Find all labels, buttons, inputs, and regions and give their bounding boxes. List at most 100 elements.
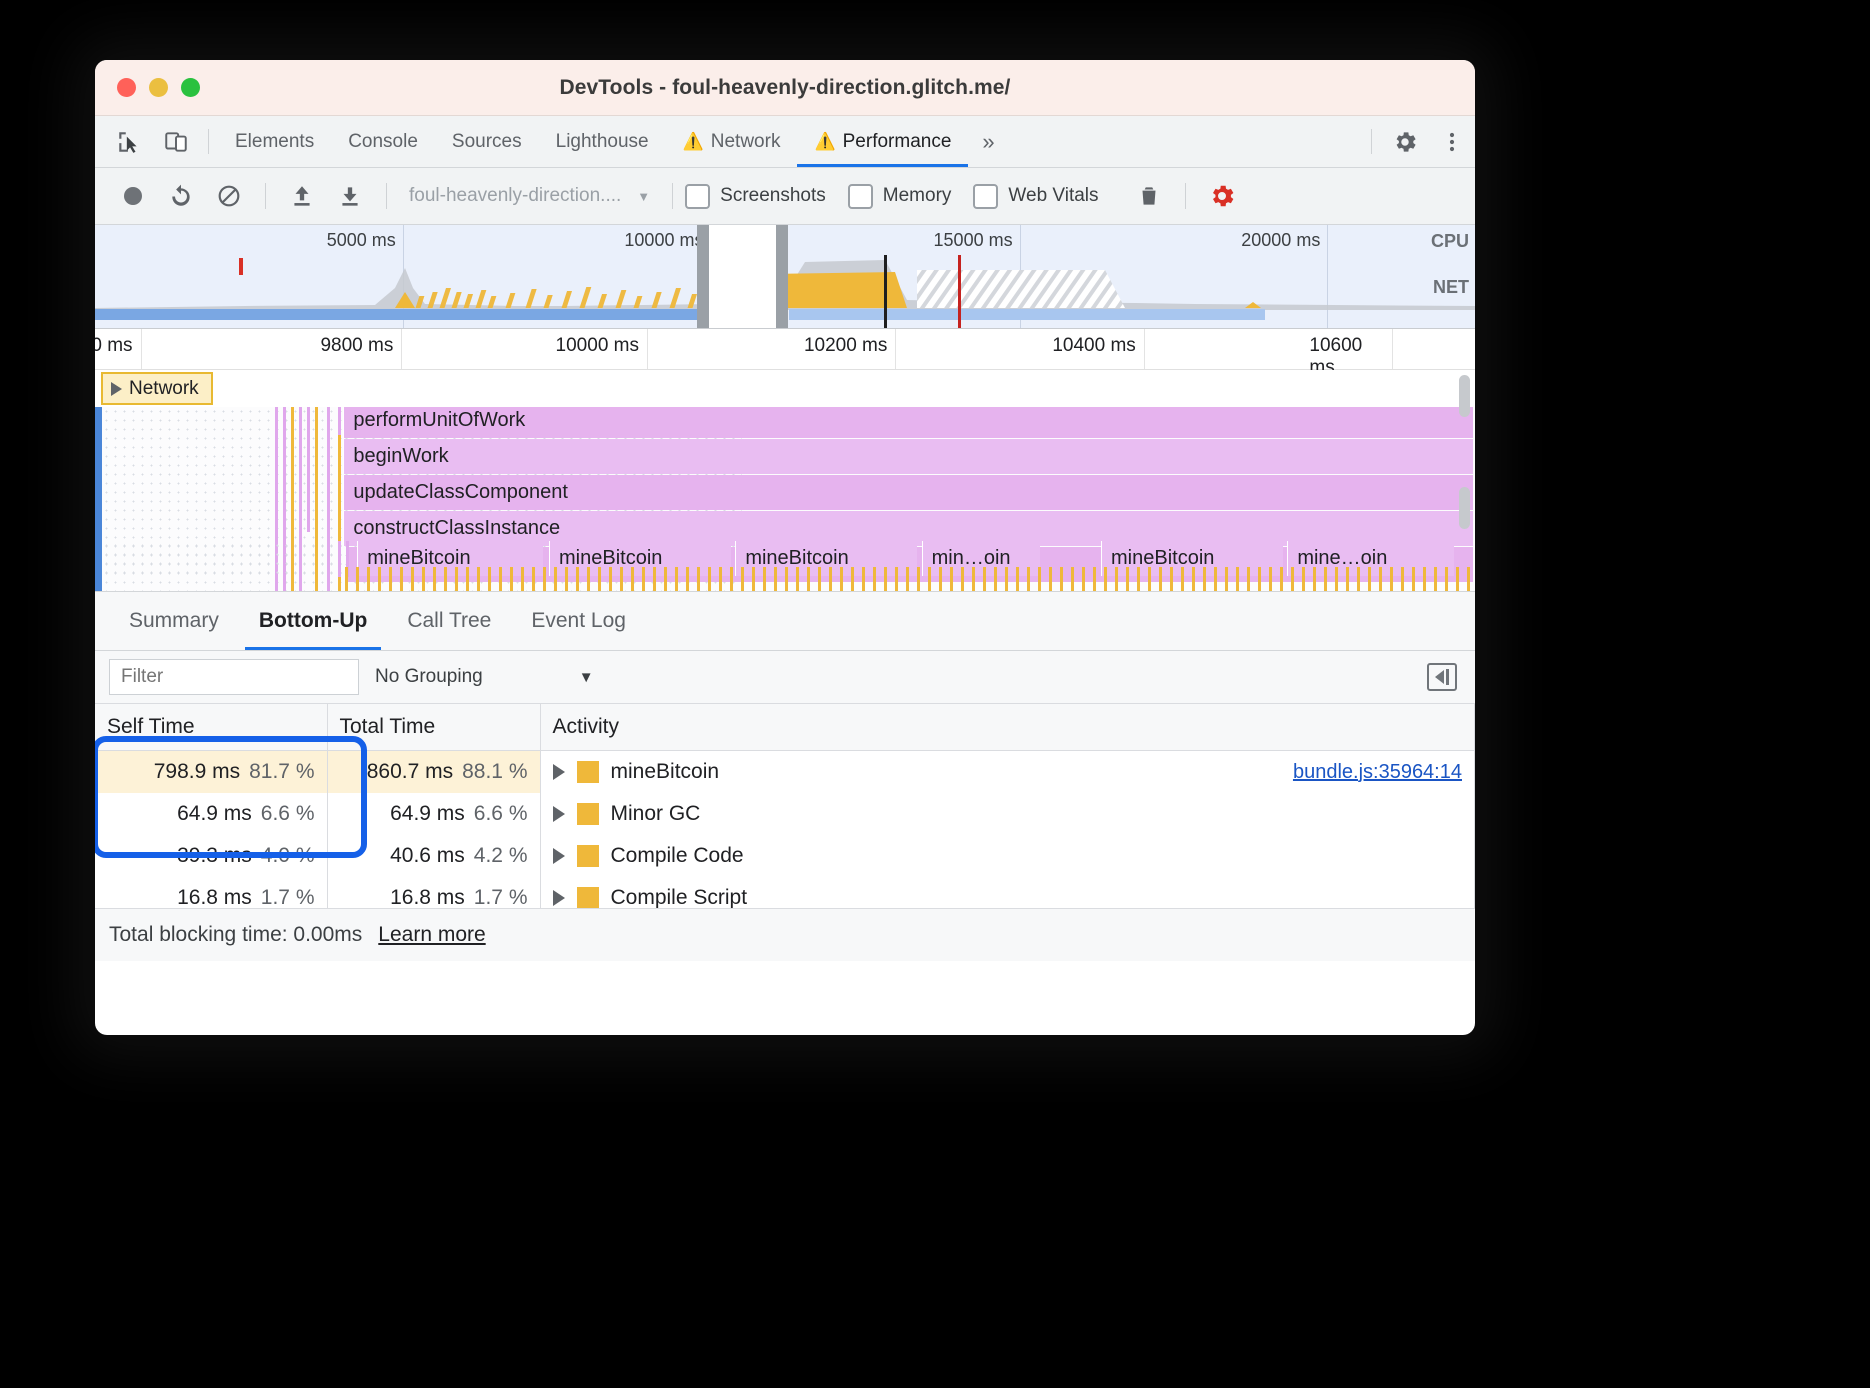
overview-lane-label-cpu: CPU [1430, 231, 1469, 251]
window-titlebar: DevTools - foul-heavenly-direction.glitc… [95, 60, 1475, 116]
toolbar-divider [672, 183, 674, 209]
tab-elements[interactable]: Elements [218, 116, 331, 167]
profile-select[interactable]: foul-heavenly-direction.... ▼ [399, 185, 660, 207]
device-toolbar-icon[interactable] [152, 116, 199, 167]
selection-handle-left[interactable] [696, 225, 709, 328]
inspect-element-icon[interactable] [105, 116, 152, 167]
profile-select-value: foul-heavenly-direction.... [409, 185, 622, 206]
save-profile-icon[interactable] [326, 175, 374, 217]
activity-color-swatch [576, 803, 599, 825]
overview-selection-window[interactable] [696, 225, 788, 328]
selection-handle-right[interactable] [775, 225, 788, 328]
load-profile-icon[interactable] [278, 175, 326, 217]
total-time-percent: 88.1 % [462, 760, 528, 783]
cell-self-time: 64.9 ms 6.6 % [95, 793, 328, 835]
drawer-status-bar: Total blocking time: 0.00ms Learn more [95, 908, 1475, 961]
overview-marker [884, 255, 888, 328]
gear-icon[interactable] [1381, 116, 1428, 167]
total-time-value: 40.6 ms [390, 844, 465, 867]
table-row[interactable]: 798.9 ms 81.7 % 860.7 ms 88.1 % mineBitcoi… [95, 750, 1475, 793]
column-header-total-time[interactable]: Total Time [327, 704, 541, 751]
tab-console[interactable]: Console [331, 116, 435, 167]
flame-bar-updateClassComponent[interactable]: updateClassComponent [343, 475, 1473, 510]
toolbar-divider [265, 183, 266, 209]
expand-arrow-icon[interactable] [552, 890, 565, 906]
tab-call-tree-label: Call Tree [407, 609, 492, 632]
toolbar-divider [386, 183, 387, 209]
self-time-value: 64.9 ms [177, 802, 252, 825]
flame-tick-label: 10400 ms [1052, 335, 1136, 356]
tab-sources[interactable]: Sources [435, 116, 539, 167]
tab-lighthouse[interactable]: Lighthouse [539, 116, 666, 167]
tab-console-label: Console [348, 130, 418, 152]
tab-sources-label: Sources [451, 130, 522, 152]
clear-icon[interactable] [205, 175, 253, 217]
checkbox-box [685, 183, 711, 209]
checkbox-box [973, 183, 999, 209]
capture-settings-icon[interactable] [1198, 175, 1246, 217]
more-vertical-icon[interactable] [1428, 116, 1475, 167]
table-row[interactable]: 64.9 ms 6.6 % 64.9 ms 6.6 % Minor GC [95, 793, 1475, 835]
expand-arrow-icon[interactable] [552, 806, 565, 822]
filter-input[interactable] [109, 659, 359, 695]
cell-total-time: 40.6 ms 4.2 % [327, 835, 541, 877]
more-tabs-icon[interactable]: » [968, 116, 1008, 167]
flame-scrollbar-thumb[interactable] [1459, 487, 1470, 529]
record-icon[interactable] [109, 175, 157, 217]
cell-self-time: 798.9 ms 81.7 % [95, 750, 328, 793]
memory-checkbox[interactable]: Memory [847, 183, 952, 209]
flame-bar-label: updateClassComponent [353, 481, 568, 503]
self-time-percent: 1.7 % [260, 886, 315, 909]
activity-name: Compile Script [610, 886, 748, 909]
web-vitals-checkbox[interactable]: Web Vitals [973, 183, 1099, 209]
timeline-overview[interactable]: 5000 ms 10000 ms 15000 ms 20000 ms CPU N… [95, 225, 1475, 329]
screenshots-checkbox[interactable]: Screenshots [685, 183, 826, 209]
flame-tick-label: 10000 ms [555, 335, 639, 356]
warning-icon: ⚠️ [682, 132, 704, 151]
flame-tick-label: 10200 ms [803, 335, 888, 356]
toolbar-divider [1184, 183, 1186, 209]
table-row[interactable]: 39.3 ms 4.0 % 40.6 ms 4.2 % Compile Code [95, 835, 1475, 877]
tab-elements-label: Elements [235, 130, 315, 152]
overview-marker [957, 255, 961, 328]
flame-scrollbar-thumb-top[interactable] [1459, 375, 1470, 417]
devtools-tabbar: Elements Console Sources Lighthouse ⚠️ N… [95, 116, 1475, 168]
tab-summary[interactable]: Summary [109, 592, 239, 650]
memory-label: Memory [882, 185, 952, 206]
flame-chart-panel[interactable]: 0 ms 9800 ms 10000 ms 10200 ms 10400 ms … [95, 329, 1475, 591]
tab-network[interactable]: ⚠️ Network [666, 116, 798, 167]
column-header-self-time[interactable]: Self Time [95, 704, 328, 751]
activity-color-swatch [576, 845, 599, 867]
self-time-percent: 81.7 % [249, 760, 315, 783]
tab-bottom-up[interactable]: Bottom-Up [239, 592, 387, 650]
cell-activity: Compile Code [540, 835, 1475, 877]
cell-activity: Minor GC [540, 793, 1475, 835]
cell-activity: mineBitcoin bundle.js:35964:14 [540, 750, 1475, 793]
tab-event-log[interactable]: Event Log [511, 592, 646, 650]
network-track-toggle[interactable]: Network [101, 372, 213, 405]
tab-performance[interactable]: ⚠️ Performance [797, 116, 969, 167]
source-link[interactable]: bundle.js:35964:14 [1293, 761, 1462, 784]
learn-more-link[interactable]: Learn more [378, 923, 485, 947]
self-time-value: 16.8 ms [177, 886, 252, 909]
network-track-header[interactable]: Network [95, 370, 1475, 407]
activity-color-swatch [576, 761, 599, 783]
chevron-down-icon: ▼ [637, 188, 651, 204]
expand-arrow-icon[interactable] [552, 848, 565, 864]
self-time-percent: 4.0 % [260, 844, 315, 867]
show-sidebar-icon[interactable] [1427, 663, 1457, 691]
flame-bar-beginWork[interactable]: beginWork [343, 439, 1473, 474]
total-time-percent: 6.6 % [473, 802, 528, 825]
expand-arrow-icon[interactable] [552, 764, 565, 780]
column-header-activity[interactable]: Activity [540, 704, 1475, 751]
tab-call-tree[interactable]: Call Tree [387, 592, 511, 650]
flame-bar-performUnitOfWork[interactable]: performUnitOfWork [343, 407, 1473, 438]
reload-record-icon[interactable] [157, 175, 205, 217]
screenshots-label: Screenshots [720, 185, 826, 206]
total-blocking-time: Total blocking time: 0.00ms [109, 923, 363, 946]
flame-tick-label: 0 ms [95, 335, 133, 356]
trash-icon[interactable] [1125, 175, 1173, 217]
flame-bar-label: performUnitOfWork [353, 409, 526, 431]
grouping-select[interactable]: No Grouping ▼ [375, 666, 594, 688]
chevron-right-icon [111, 381, 122, 396]
